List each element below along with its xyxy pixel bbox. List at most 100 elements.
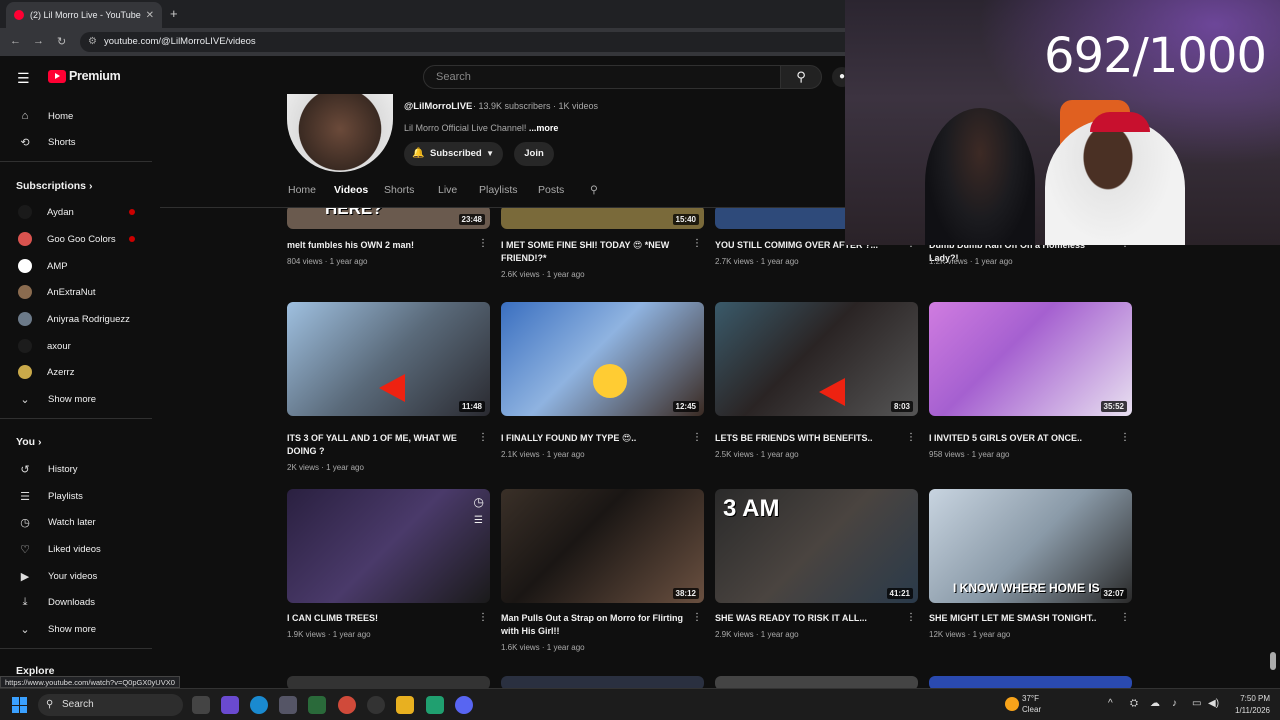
tab-videos[interactable]: Videos <box>334 184 368 196</box>
discord-icon[interactable] <box>455 696 473 714</box>
tab-shorts[interactable]: Shorts <box>384 184 414 196</box>
sidebar-item-subscription[interactable]: Aydan <box>0 200 155 224</box>
more-options-icon[interactable]: ⋮ <box>478 432 488 443</box>
video-thumbnail[interactable]: 35:52 <box>929 302 1132 416</box>
more-options-icon[interactable]: ⋮ <box>1120 612 1130 623</box>
add-to-queue-icon[interactable]: ☰ <box>474 515 483 526</box>
subscriptions-header[interactable]: Subscriptions › <box>16 180 92 192</box>
tab-close-icon[interactable]: ✕ <box>146 10 154 21</box>
sidebar-item-subscription[interactable]: Azerrz <box>0 360 155 384</box>
video-title[interactable]: I INVITED 5 GIRLS OVER AT ONCE.. <box>929 432 1113 445</box>
more-options-icon[interactable]: ⋮ <box>906 612 916 623</box>
channel-handle[interactable]: @LilMorroLIVE <box>404 101 472 112</box>
video-title[interactable]: I FINALLY FOUND MY TYPE 😍.. <box>501 432 685 445</box>
youtube-logo[interactable]: Premium <box>48 69 121 83</box>
video-thumbnail[interactable]: 15:40 <box>501 208 704 229</box>
file-explorer-icon[interactable] <box>396 696 414 714</box>
tab-playlists[interactable]: Playlists <box>479 184 518 196</box>
video-title[interactable]: LETS BE FRIENDS WITH BENEFITS.. <box>715 432 899 445</box>
github-icon[interactable] <box>367 696 385 714</box>
menu-icon[interactable]: ☰ <box>17 70 30 87</box>
video-title[interactable]: ITS 3 OF YALL AND 1 OF ME, WHAT WE DOING… <box>287 432 471 458</box>
site-info-icon[interactable]: ⚙ <box>88 32 97 52</box>
video-thumbnail[interactable]: 38:12 <box>501 489 704 603</box>
more-options-icon[interactable]: ⋮ <box>692 238 702 249</box>
reload-icon[interactable]: ↻ <box>57 35 66 48</box>
sidebar-item-subscription[interactable]: AnExtraNut <box>0 280 155 304</box>
sidebar-item-home[interactable]: ⌂ Home <box>0 104 155 128</box>
show-more-you[interactable]: ⌄ Show more <box>0 617 155 641</box>
you-header[interactable]: You › <box>16 436 41 448</box>
video-thumbnail[interactable]: I KNOW WHERE HOME IS 32:07 <box>929 489 1132 603</box>
onedrive-icon[interactable]: ☁ <box>1150 698 1160 709</box>
more-options-icon[interactable]: ⋮ <box>478 612 488 623</box>
video-thumbnail[interactable]: 12:45 <box>501 302 704 416</box>
sidebar-item-subscription[interactable]: axour <box>0 334 155 358</box>
video-title[interactable]: SHE WAS READY TO RISK IT ALL... <box>715 612 899 625</box>
video-title[interactable]: melt fumbles his OWN 2 man! <box>287 239 471 252</box>
more-options-icon[interactable]: ⋮ <box>478 238 488 249</box>
video-title[interactable]: I CAN CLIMB TREES! <box>287 612 471 625</box>
video-duration: 32:07 <box>1100 588 1127 599</box>
search-input[interactable]: Search <box>423 65 781 89</box>
video-thumbnail[interactable]: 11:48 <box>287 302 490 416</box>
store-icon[interactable] <box>308 696 326 714</box>
weather-widget[interactable]: 37°F Clear <box>1005 693 1041 715</box>
tab-home[interactable]: Home <box>288 184 316 196</box>
tray-chevron-icon[interactable]: ^ <box>1108 698 1113 709</box>
channel-avatar[interactable] <box>287 94 393 172</box>
more-options-icon[interactable]: ⋮ <box>692 432 702 443</box>
sidebar-item-playlists[interactable]: ☰ Playlists <box>0 484 155 508</box>
video-title[interactable]: I MET SOME FINE SHI! TODAY 😍 *NEW FRIEND… <box>501 239 685 265</box>
taskbar-clock[interactable]: 7:50 PM 1/11/2026 <box>1226 693 1270 717</box>
video-title[interactable]: SHE MIGHT LET ME SMASH TONIGHT.. <box>929 612 1113 625</box>
new-tab-button[interactable]: + <box>170 6 178 21</box>
edge-icon[interactable] <box>250 696 268 714</box>
show-more-subscriptions[interactable]: ⌄ Show more <box>0 387 155 411</box>
sidebar-item-watch-later[interactable]: ◷ Watch later <box>0 510 155 534</box>
sidebar-item-shorts[interactable]: ⟲ Shorts <box>0 130 155 154</box>
join-button[interactable]: Join <box>514 142 554 166</box>
video-thumbnail[interactable] <box>929 676 1132 688</box>
task-view-icon[interactable] <box>192 696 210 714</box>
browser-tab[interactable]: (2) Lil Morro Live - YouTube ✕ <box>6 2 162 28</box>
sidebar-item-your-videos[interactable]: ▶ Your videos <box>0 564 155 588</box>
app-icon[interactable] <box>279 696 297 714</box>
chrome-icon[interactable] <box>338 696 356 714</box>
taskbar-search[interactable]: ⚲ Search <box>38 694 183 716</box>
xbox-icon[interactable] <box>426 696 444 714</box>
sidebar-item-downloads[interactable]: ⤓ Downloads <box>0 590 155 614</box>
more-options-icon[interactable]: ⋮ <box>906 432 916 443</box>
tray-app-icon[interactable]: ⛭ <box>1130 698 1138 709</box>
search-button[interactable]: ⚲ <box>780 65 822 89</box>
video-thumbnail[interactable] <box>501 676 704 688</box>
video-thumbnail[interactable] <box>715 676 918 688</box>
back-icon[interactable]: ← <box>10 35 21 47</box>
tab-posts[interactable]: Posts <box>538 184 564 196</box>
volume-icon[interactable]: ◀) <box>1208 698 1219 709</box>
channel-search-icon[interactable]: ⚲ <box>590 184 598 196</box>
windows-start-icon[interactable] <box>12 697 28 713</box>
sidebar-item-subscription[interactable]: Aniyraa Rodriguezz <box>0 307 155 331</box>
more-options-icon[interactable]: ⋮ <box>1120 432 1130 443</box>
copilot-icon[interactable] <box>221 696 239 714</box>
sidebar-item-liked-videos[interactable]: ♡ Liked videos <box>0 537 155 561</box>
sidebar-item-history[interactable]: ↺ History <box>0 457 155 481</box>
forward-icon[interactable]: → <box>33 35 44 47</box>
mic-icon[interactable]: ♪ <box>1172 698 1177 709</box>
video-thumbnail[interactable]: HERE? 23:48 <box>287 208 490 229</box>
sidebar-item-subscription[interactable]: AMP <box>0 254 155 278</box>
network-icon[interactable]: ▭ <box>1192 698 1201 709</box>
subscribed-button[interactable]: 🔔 Subscribed ▼ <box>404 142 503 166</box>
video-thumbnail[interactable] <box>287 676 490 688</box>
more-options-icon[interactable]: ⋮ <box>692 612 702 623</box>
video-title[interactable]: Man Pulls Out a Strap on Morro for Flirt… <box>501 612 685 638</box>
video-thumbnail[interactable]: 8:03 <box>715 302 918 416</box>
sidebar-item-subscription[interactable]: Goo Goo Colors <box>0 227 155 251</box>
scrollbar-thumb[interactable] <box>1270 652 1276 670</box>
tab-live[interactable]: Live <box>438 184 457 196</box>
video-thumbnail[interactable]: ◷ ☰ <box>287 489 490 603</box>
video-thumbnail[interactable]: 3 AM 41:21 <box>715 489 918 603</box>
channel-description[interactable]: Lil Morro Official Live Channel! ...more <box>404 123 558 133</box>
watch-later-icon[interactable]: ◷ <box>474 495 484 509</box>
